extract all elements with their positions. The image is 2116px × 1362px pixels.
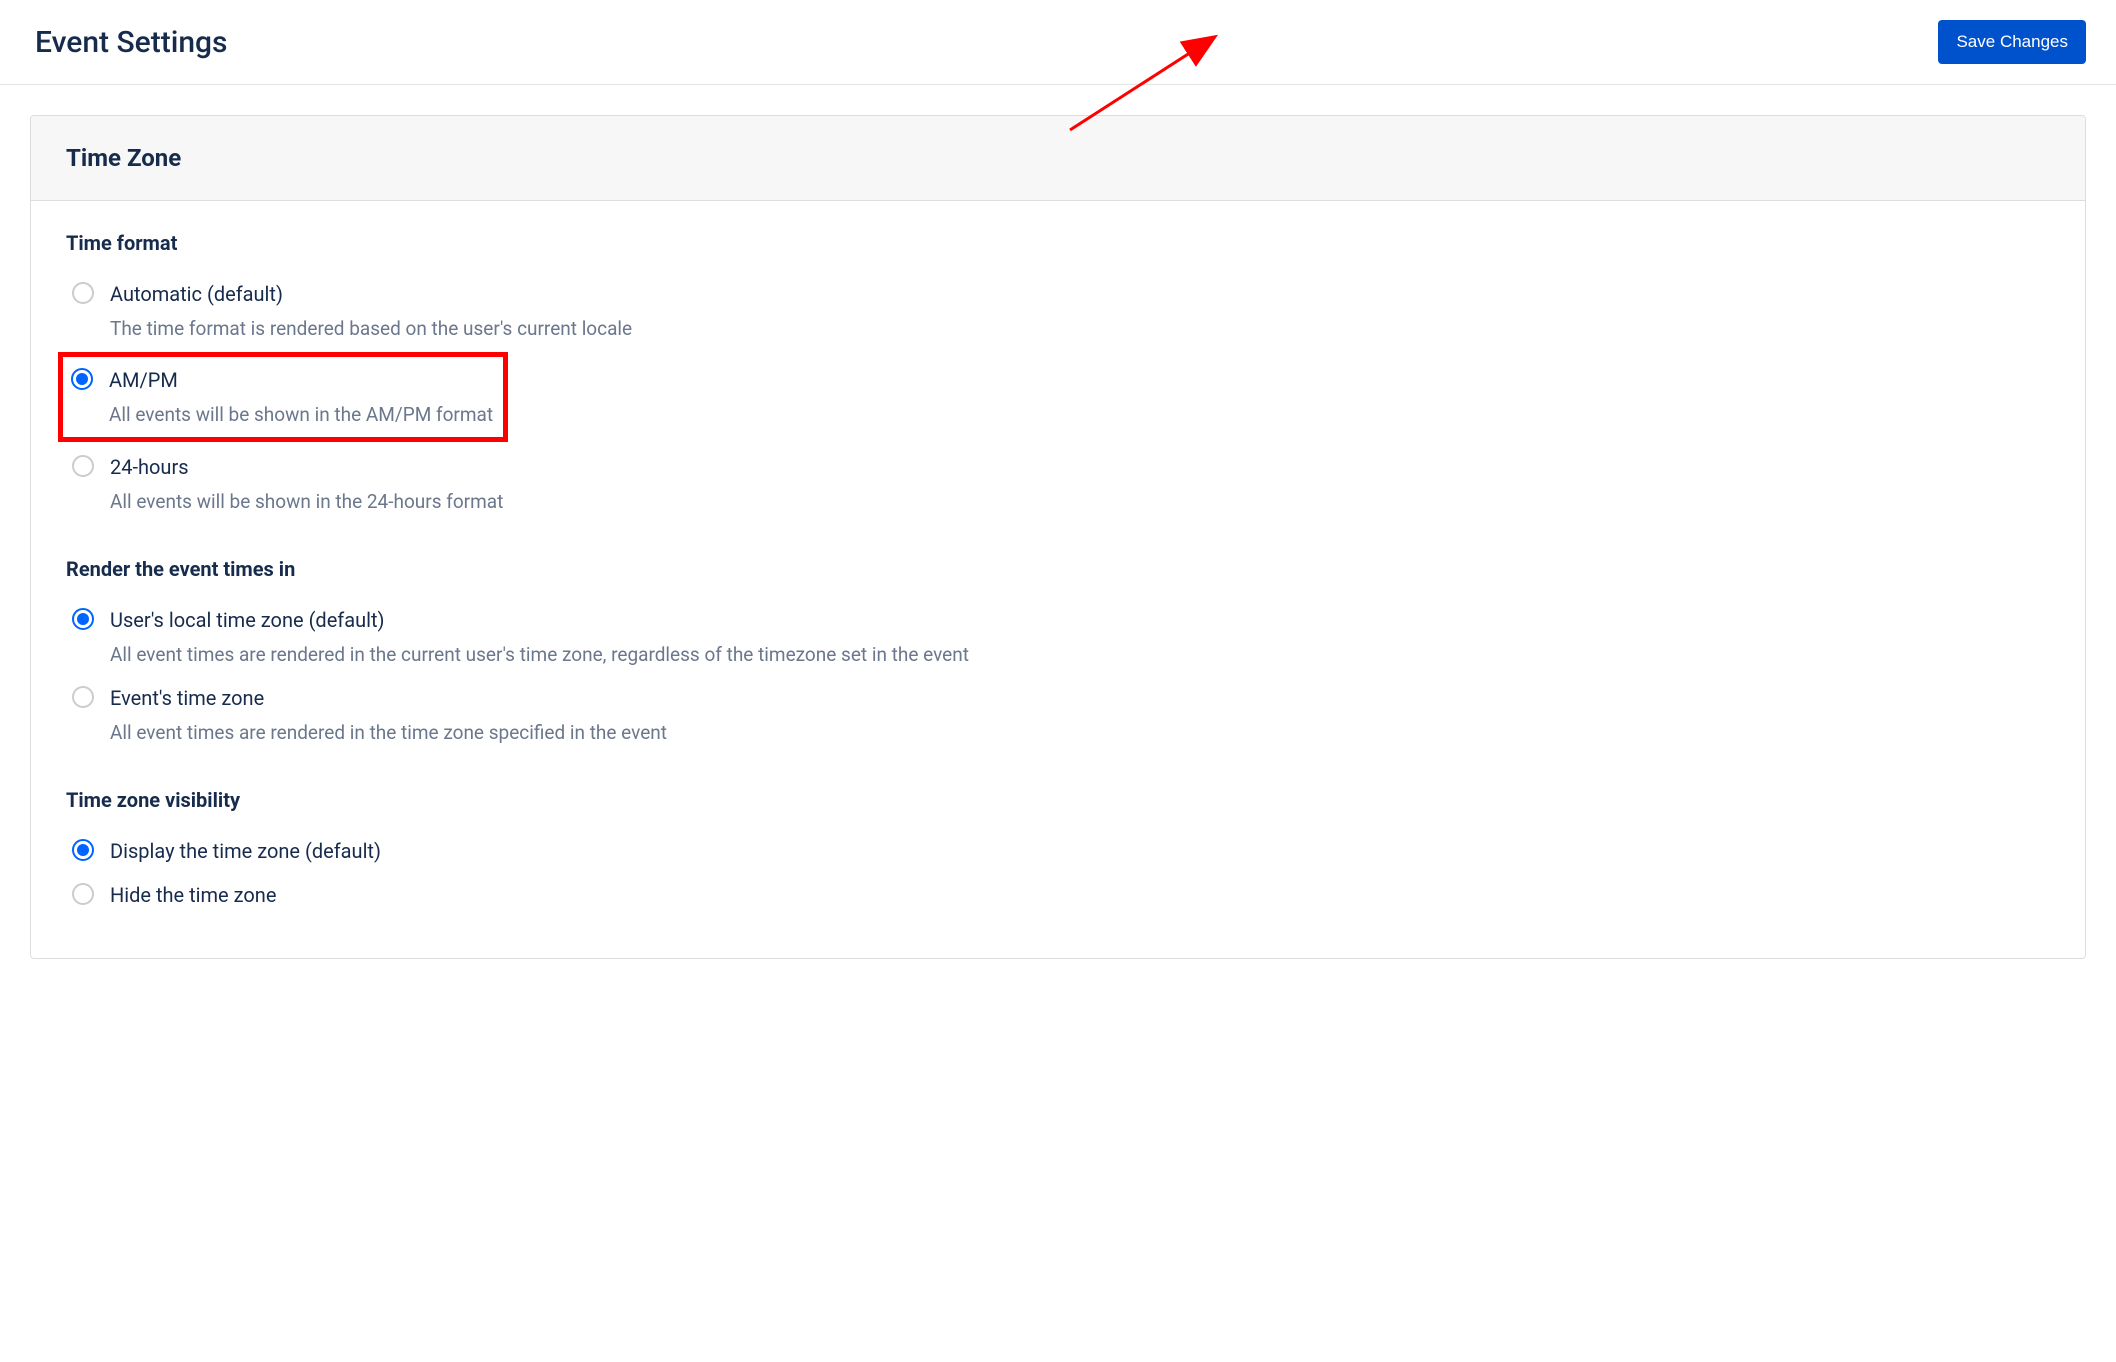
radio-icon[interactable]	[72, 455, 94, 477]
section-label: Render the event times in	[66, 557, 2050, 581]
option-label: Hide the time zone	[110, 880, 276, 910]
option-desc: The time format is rendered based on the…	[110, 315, 632, 344]
highlight-annotation: AM/PM All events will be shown in the AM…	[58, 352, 508, 443]
option-label: Display the time zone (default)	[110, 836, 381, 866]
option-desc: All events will be shown in the 24-hours…	[110, 488, 503, 517]
panel-header: Time Zone	[31, 116, 2085, 201]
section-render-in: Render the event times in User's local t…	[66, 557, 2050, 754]
radio-option-automatic[interactable]: Automatic (default) The time format is r…	[66, 273, 2050, 350]
option-label: 24-hours	[110, 452, 503, 482]
page-title: Event Settings	[35, 25, 227, 60]
content-area: Time Zone Time format Automatic (default…	[0, 85, 2116, 989]
option-desc: All event times are rendered in the curr…	[110, 641, 969, 670]
option-desc: All event times are rendered in the time…	[110, 719, 667, 748]
section-visibility: Time zone visibility Display the time zo…	[66, 788, 2050, 916]
option-desc: All events will be shown in the AM/PM fo…	[109, 401, 493, 430]
section-label: Time format	[66, 231, 2050, 255]
radio-icon[interactable]	[71, 368, 93, 390]
radio-option-user-local[interactable]: User's local time zone (default) All eve…	[66, 599, 2050, 676]
radio-option-24hours[interactable]: 24-hours All events will be shown in the…	[66, 446, 2050, 523]
option-label: Automatic (default)	[110, 279, 632, 309]
radio-icon[interactable]	[72, 686, 94, 708]
option-label: AM/PM	[109, 365, 493, 395]
option-label: User's local time zone (default)	[110, 605, 969, 635]
panel-title: Time Zone	[66, 144, 2050, 172]
section-time-format: Time format Automatic (default) The time…	[66, 231, 2050, 523]
radio-icon[interactable]	[72, 839, 94, 861]
radio-icon[interactable]	[72, 282, 94, 304]
radio-icon[interactable]	[72, 608, 94, 630]
radio-icon[interactable]	[72, 883, 94, 905]
save-changes-button[interactable]: Save Changes	[1938, 20, 2086, 64]
radio-option-event-tz[interactable]: Event's time zone All event times are re…	[66, 677, 2050, 754]
timezone-panel: Time Zone Time format Automatic (default…	[30, 115, 2086, 959]
page-header: Event Settings Save Changes	[0, 0, 2116, 85]
section-label: Time zone visibility	[66, 788, 2050, 812]
option-label: Event's time zone	[110, 683, 667, 713]
radio-option-hide-tz[interactable]: Hide the time zone	[66, 874, 2050, 916]
panel-body: Time format Automatic (default) The time…	[31, 201, 2085, 958]
radio-option-ampm[interactable]: AM/PM All events will be shown in the AM…	[71, 361, 493, 434]
radio-option-display-tz[interactable]: Display the time zone (default)	[66, 830, 2050, 872]
